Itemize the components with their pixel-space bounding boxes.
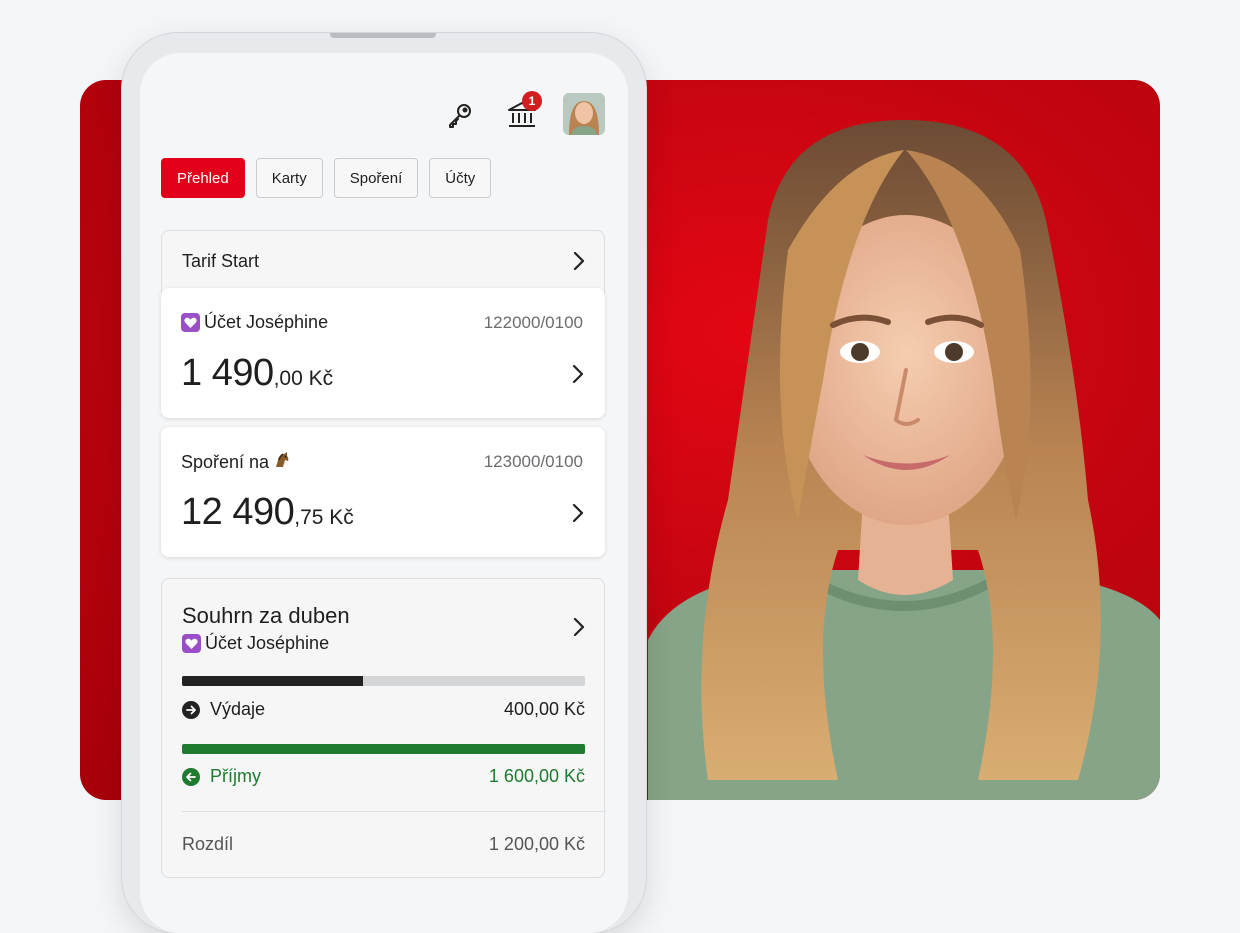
- account-name-row: Spoření na: [181, 451, 291, 474]
- account-name: Účet Joséphine: [204, 312, 329, 332]
- chevron-right-icon: [573, 617, 585, 637]
- monthly-summary-card[interactable]: Souhrn za duben Účet Joséphine Výdaje 40…: [161, 578, 606, 878]
- app-screen: 1 Přehled Karty Spoření Účty Tarif Start: [140, 53, 628, 933]
- balance-main: 12 490: [181, 491, 295, 533]
- chevron-right-icon: [572, 503, 584, 523]
- income-row: Příjmy 1 600,00 Kč: [182, 766, 585, 787]
- balance-main: 1 490: [181, 352, 274, 394]
- income-label: Příjmy: [210, 766, 261, 786]
- tab-sporeni[interactable]: Spoření: [333, 158, 419, 198]
- tab-ucty[interactable]: Účty: [429, 158, 492, 198]
- key-icon[interactable]: [442, 97, 478, 133]
- difference-value: 1 200,00 Kč: [488, 834, 585, 854]
- income-value: 1 600,00 Kč: [488, 766, 585, 786]
- expenses-row: Výdaje 400,00 Kč: [182, 699, 585, 720]
- phone-frame: 1 Přehled Karty Spoření Účty Tarif Start: [122, 33, 646, 933]
- difference-row: Rozdíl 1 200,00 Kč: [182, 834, 585, 855]
- chevron-right-icon: [573, 251, 585, 271]
- account-card-josephine[interactable]: Účet Joséphine 122000/0100 1 490,00 Kč: [161, 288, 605, 418]
- chevron-right-icon: [572, 364, 584, 384]
- arrow-left-circle-icon: [182, 767, 200, 786]
- horse-icon: [273, 451, 291, 474]
- account-number: 123000/0100: [483, 452, 583, 471]
- account-card-savings[interactable]: Spoření na 123000/0100 12 490,75 Kč: [161, 427, 605, 557]
- heart-icon: [181, 313, 200, 332]
- account-balance: 1 490,00 Kč: [181, 352, 333, 395]
- phone-speaker: [330, 33, 436, 38]
- account-number: 122000/0100: [483, 313, 583, 332]
- notification-badge: 1: [522, 91, 542, 111]
- tarif-title: Tarif Start: [182, 251, 260, 271]
- girl-portrait-image: [648, 120, 1160, 800]
- expenses-bar-fill: [182, 676, 364, 686]
- account-name-row: Účet Joséphine: [181, 312, 328, 333]
- difference-label: Rozdíl: [182, 834, 234, 854]
- balance-decimal: ,75 Kč: [294, 506, 354, 529]
- heart-icon: [182, 634, 201, 653]
- tab-bar: Přehled Karty Spoření Účty: [161, 158, 492, 198]
- summary-account: Účet Joséphine: [182, 633, 329, 654]
- income-bar: [182, 744, 585, 754]
- divider: [182, 811, 606, 812]
- arrow-right-circle-icon: [182, 700, 200, 719]
- expenses-label: Výdaje: [210, 699, 266, 719]
- tab-karty[interactable]: Karty: [255, 158, 323, 198]
- expenses-value: 400,00 Kč: [503, 699, 585, 719]
- tab-prehled[interactable]: Přehled: [161, 158, 245, 198]
- income-bar-fill: [182, 744, 585, 754]
- summary-account-name: Účet Joséphine: [205, 633, 330, 653]
- account-name: Spoření na: [181, 452, 270, 472]
- summary-title: Souhrn za duben: [182, 603, 350, 628]
- account-balance: 12 490,75 Kč: [181, 491, 354, 534]
- avatar[interactable]: [563, 93, 605, 135]
- expenses-bar: [182, 676, 585, 686]
- balance-decimal: ,00 Kč: [273, 367, 334, 390]
